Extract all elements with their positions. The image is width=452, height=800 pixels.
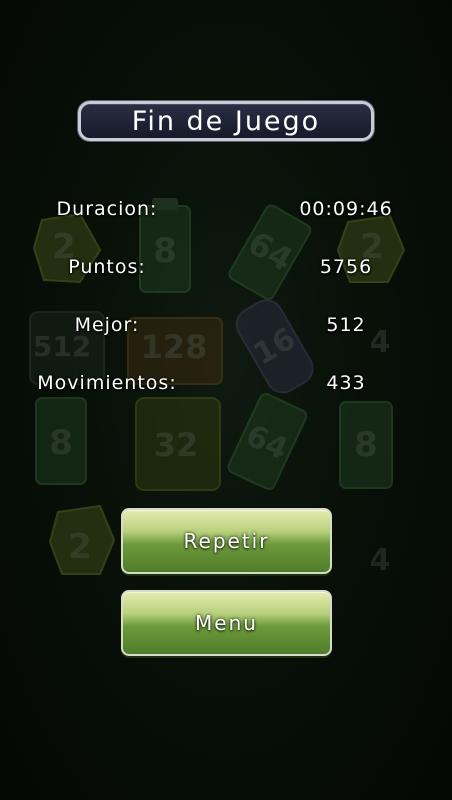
tile-canister: 8 <box>339 401 393 489</box>
stat-value-duration: 00:09:46 <box>299 198 393 220</box>
stat-value-best: 512 <box>326 314 366 336</box>
stat-value-moves: 433 <box>326 372 366 394</box>
replay-button[interactable]: Repetir <box>121 508 332 574</box>
tile-number: 2 <box>68 527 92 567</box>
tile-number: 32 <box>154 426 199 464</box>
menu-button-label: Menu <box>195 611 258 635</box>
tile-number: 8 <box>354 425 378 465</box>
stat-label-points: Puntos: <box>68 256 146 278</box>
tile-gem: 2 <box>48 504 116 575</box>
tile-small: 4 <box>370 543 391 578</box>
stat-label-best: Mejor: <box>74 314 140 336</box>
tile-canister: 64 <box>227 392 308 491</box>
tile-number: 4 <box>370 543 391 578</box>
tile-number: 8 <box>49 423 73 463</box>
replay-button-label: Repetir <box>183 529 270 553</box>
menu-button[interactable]: Menu <box>121 590 332 656</box>
tile-block: 32 <box>135 397 221 491</box>
stat-value-points: 5756 <box>319 256 373 278</box>
game-over-title-box: Fin de Juego <box>78 101 374 141</box>
stat-label-moves: Movimientos: <box>37 372 177 394</box>
tile-canister: 8 <box>35 397 87 485</box>
page-title: Fin de Juego <box>131 105 321 137</box>
stat-label-duration: Duracion: <box>56 198 158 220</box>
